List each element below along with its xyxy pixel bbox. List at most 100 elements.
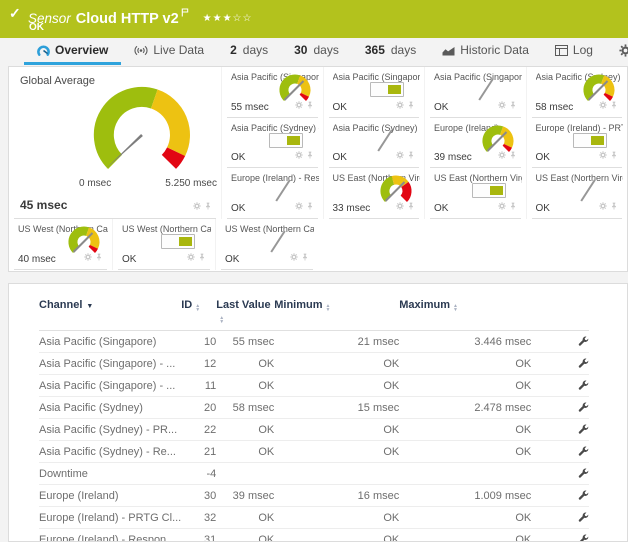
pin-icon[interactable] <box>509 197 517 215</box>
pin-icon[interactable] <box>301 248 309 266</box>
cell-channel[interactable]: Asia Pacific (Sydney) - PR... <box>39 419 181 441</box>
pin-icon[interactable] <box>407 96 415 114</box>
tile-action-icons[interactable] <box>187 248 206 266</box>
priority-stars[interactable]: ★★★☆☆ <box>203 13 253 24</box>
cell-channel[interactable]: Asia Pacific (Sydney) - Re... <box>39 441 181 463</box>
gauge-tile-8[interactable]: Europe (Ireland) - PRTG Cloud...OK <box>526 118 628 169</box>
cell-channel[interactable]: Downtime <box>39 463 181 485</box>
tab-historic-data[interactable]: Historic Data <box>429 38 542 65</box>
tab-overview[interactable]: Overview <box>24 38 121 65</box>
channel-settings-button[interactable] <box>531 331 589 353</box>
cell-channel[interactable]: Asia Pacific (Singapore) - ... <box>39 353 181 375</box>
tile-action-icons[interactable] <box>396 197 415 215</box>
tile-action-icons[interactable] <box>396 146 415 164</box>
gear-icon[interactable] <box>295 96 303 114</box>
pin-icon[interactable] <box>95 248 103 266</box>
gear-icon[interactable] <box>599 146 607 164</box>
cell-channel[interactable]: Asia Pacific (Sydney) <box>39 397 181 419</box>
tile-action-icons[interactable] <box>295 146 314 164</box>
gear-icon[interactable] <box>396 197 404 215</box>
gauge-tile-7[interactable]: Europe (Ireland)39 msec <box>424 118 526 169</box>
tab-live-data[interactable]: Live Data <box>121 38 217 65</box>
pin-icon[interactable] <box>306 146 314 164</box>
cell-channel[interactable]: Europe (Ireland) - Respon... <box>39 529 181 542</box>
column-header-last[interactable]: Last Value▲▼ <box>216 290 274 331</box>
tab-365-days[interactable]: 365days <box>352 38 429 65</box>
pin-icon[interactable] <box>306 96 314 114</box>
gear-icon[interactable] <box>295 197 303 215</box>
gear-icon[interactable] <box>599 96 607 114</box>
gauge-tile-10[interactable]: US East (Northern Virginia)33 msec <box>323 168 425 219</box>
tile-action-icons[interactable] <box>396 96 415 114</box>
gauge-tile-2[interactable]: Asia Pacific (Singapore) - PR...OK <box>323 67 425 118</box>
gear-icon[interactable] <box>498 197 506 215</box>
flag-icon[interactable] <box>181 4 189 22</box>
pin-icon[interactable] <box>306 197 314 215</box>
gear-icon[interactable] <box>396 96 404 114</box>
tile-action-icons[interactable] <box>599 197 618 215</box>
channel-settings-button[interactable] <box>531 507 589 529</box>
gauge-tile-13[interactable]: US West (Northern California)40 msec <box>9 219 112 270</box>
pin-icon[interactable] <box>509 146 517 164</box>
cell-channel[interactable]: Asia Pacific (Singapore) - ... <box>39 375 181 397</box>
tile-action-icons[interactable] <box>295 96 314 114</box>
column-header-id[interactable]: ID▲▼ <box>181 290 216 331</box>
pin-icon[interactable] <box>204 197 212 215</box>
gear-icon[interactable] <box>193 197 201 215</box>
gear-icon[interactable] <box>290 248 298 266</box>
gauge-tile-15[interactable]: US West (Northern California)...OK <box>215 219 318 270</box>
gear-icon[interactable] <box>295 146 303 164</box>
pin-icon[interactable] <box>198 248 206 266</box>
gauge-tile-3[interactable]: Asia Pacific (Singapore) - Res...OK <box>424 67 526 118</box>
tab-2-days[interactable]: 2days <box>217 38 281 65</box>
gauge-tile-11[interactable]: US East (Northern Virginia) - ...OK <box>424 168 526 219</box>
tab-30-days[interactable]: 30days <box>281 38 352 65</box>
gear-icon[interactable] <box>396 146 404 164</box>
channel-settings-button[interactable] <box>531 419 589 441</box>
tile-action-icons[interactable] <box>295 197 314 215</box>
tile-action-icons[interactable] <box>290 248 309 266</box>
gauge-tile-5[interactable]: Asia Pacific (Sydney) - PRTG ...OK <box>221 118 323 169</box>
channel-settings-button[interactable] <box>531 485 589 507</box>
channel-settings-button[interactable] <box>531 529 589 542</box>
gear-icon[interactable] <box>187 248 195 266</box>
gauge-tile-9[interactable]: Europe (Ireland) - Response C...OK <box>221 168 323 219</box>
cell-channel[interactable]: Europe (Ireland) - PRTG Cl... <box>39 507 181 529</box>
pin-icon[interactable] <box>407 146 415 164</box>
tile-action-icons[interactable] <box>84 248 103 266</box>
gauge-tile-6[interactable]: Asia Pacific (Sydney) - Respo...OK <box>323 118 425 169</box>
cell-channel[interactable]: Europe (Ireland) <box>39 485 181 507</box>
gauge-tile-4[interactable]: Asia Pacific (Sydney)58 msec <box>526 67 628 118</box>
pin-icon[interactable] <box>610 146 618 164</box>
pin-icon[interactable] <box>610 197 618 215</box>
gauge-tile-1[interactable]: Asia Pacific (Singapore)55 msec <box>221 67 323 118</box>
gear-icon[interactable] <box>84 248 92 266</box>
tile-action-icons[interactable] <box>498 197 517 215</box>
gear-icon[interactable] <box>498 146 506 164</box>
channel-settings-button[interactable] <box>531 397 589 419</box>
tile-action-icons[interactable] <box>599 146 618 164</box>
gauge-tile-global-average[interactable]: Global Average 0 msec 5.250 msec 45 msec <box>9 67 221 219</box>
column-header-max[interactable]: Maximum▲▼ <box>399 290 531 331</box>
gear-icon[interactable] <box>599 197 607 215</box>
tab-settings[interactable]: Settings <box>606 38 628 65</box>
pin-icon[interactable] <box>509 96 517 114</box>
tab-log[interactable]: Log <box>542 38 606 65</box>
gauge-tile-12[interactable]: US East (Northern Virginia) - ...OK <box>526 168 628 219</box>
pin-icon[interactable] <box>610 96 618 114</box>
channel-settings-button[interactable] <box>531 375 589 397</box>
channel-settings-button[interactable] <box>531 441 589 463</box>
pin-icon[interactable] <box>407 197 415 215</box>
tile-action-icons[interactable] <box>193 197 212 215</box>
channel-settings-button[interactable] <box>531 463 589 485</box>
tile-action-icons[interactable] <box>498 96 517 114</box>
table-row: Europe (Ireland) - Respon...31OKOKOK <box>39 529 589 542</box>
column-header-channel[interactable]: Channel▼ <box>39 290 181 331</box>
column-header-min[interactable]: Minimum▲▼ <box>274 290 399 331</box>
tile-action-icons[interactable] <box>599 96 618 114</box>
channel-settings-button[interactable] <box>531 353 589 375</box>
cell-channel[interactable]: Asia Pacific (Singapore) <box>39 331 181 353</box>
gauge-tile-14[interactable]: US West (Northern California)...OK <box>112 219 215 270</box>
gear-icon[interactable] <box>498 96 506 114</box>
tile-action-icons[interactable] <box>498 146 517 164</box>
